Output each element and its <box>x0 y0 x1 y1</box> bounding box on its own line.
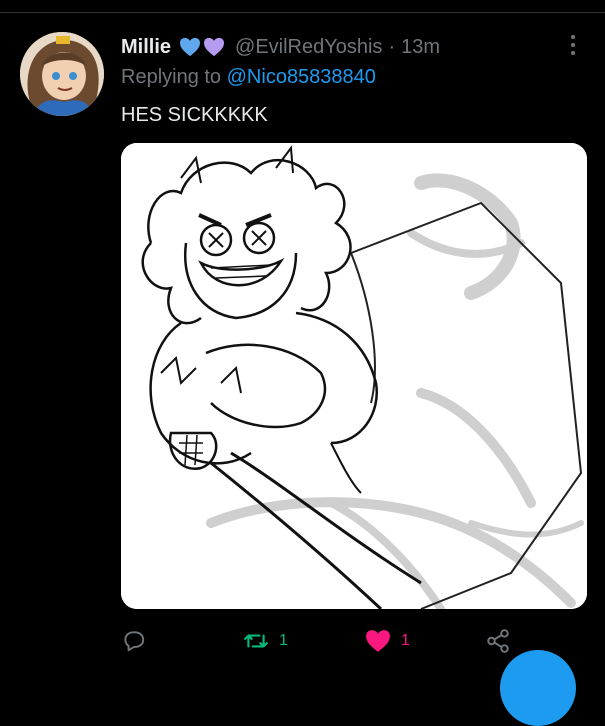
avatar-image <box>20 32 104 116</box>
purple-heart-icon <box>204 37 225 57</box>
compose-button[interactable] <box>500 650 576 726</box>
retweet-button[interactable]: 1 <box>243 624 288 658</box>
retweet-icon <box>244 634 268 648</box>
timestamp[interactable]: 13m <box>401 36 440 59</box>
tweet-text: HES SICKKKKK <box>121 104 268 126</box>
retweet-count: 1 <box>279 632 288 649</box>
tweet-media-image[interactable] <box>121 143 587 609</box>
action-bar: 1 1 <box>121 624 521 658</box>
heart-icon <box>366 630 390 652</box>
profile-badges <box>179 37 225 57</box>
replying-to-line: Replying to @Nico85838840 <box>121 66 376 89</box>
user-handle[interactable]: @EvilRedYoshis <box>235 36 382 59</box>
more-options-icon[interactable] <box>566 32 580 58</box>
separator-dot: · <box>388 35 396 58</box>
mention-link[interactable]: @Nico85838840 <box>227 66 376 88</box>
share-icon <box>487 629 509 653</box>
like-count: 1 <box>401 632 410 649</box>
sketch-drawing <box>121 143 587 609</box>
replying-prefix: Replying to <box>121 66 222 88</box>
tweet-header: Millie @EvilRedYoshis · 13m <box>121 33 440 61</box>
share-button[interactable] <box>485 624 521 658</box>
display-name[interactable]: Millie <box>121 36 171 59</box>
blue-heart-icon <box>180 37 201 57</box>
like-button[interactable]: 1 <box>365 624 410 658</box>
reply-button[interactable] <box>121 624 157 658</box>
speech-bubble-icon <box>124 631 145 652</box>
avatar[interactable] <box>20 32 104 116</box>
top-divider <box>0 12 605 13</box>
